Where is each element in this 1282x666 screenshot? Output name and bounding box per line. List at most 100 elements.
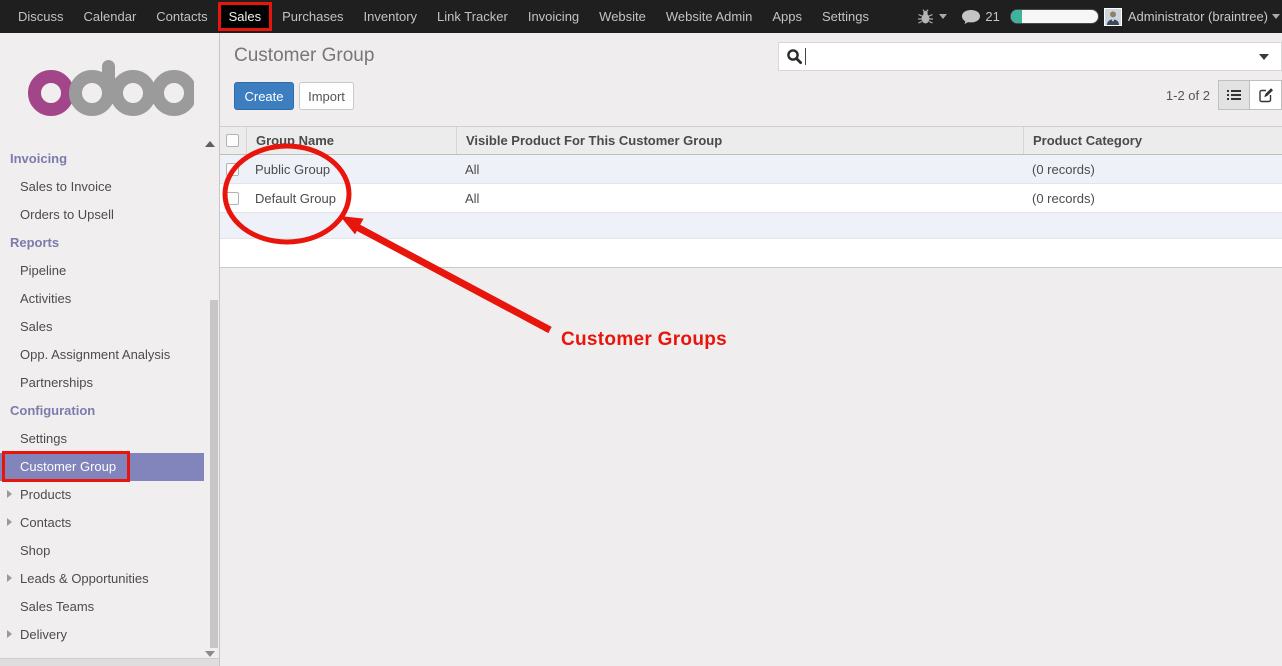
sidebar-item-label: Reports [10, 235, 59, 250]
bug-icon[interactable] [917, 9, 934, 25]
sidebar-item-label: Customer Group [20, 459, 116, 474]
sidebar-item-delivery[interactable]: Delivery [0, 621, 204, 649]
debug-caret-icon[interactable] [939, 14, 947, 19]
sidebar-scroll-up-icon[interactable] [205, 141, 215, 147]
col-header-group-name[interactable]: Group Name [246, 127, 456, 154]
edit-icon [1258, 87, 1274, 103]
search-input[interactable] [809, 43, 1247, 70]
sidebar-item-pipeline[interactable]: Pipeline [0, 257, 204, 285]
planner-progressbar[interactable] [1010, 9, 1099, 24]
sidebar-section-invoicing: Invoicing [0, 145, 204, 173]
sidebar-scrollbar-thumb[interactable] [210, 300, 218, 648]
col-header-product-category[interactable]: Product Category [1023, 127, 1282, 154]
table-cell: (0 records) [1023, 155, 1282, 183]
table-cell: (0 records) [1023, 184, 1282, 212]
search-icon[interactable] [786, 48, 803, 65]
row-checkbox-cell [220, 155, 246, 183]
nav-item-invoicing[interactable]: Invoicing [518, 0, 589, 33]
odoo-logo[interactable] [28, 58, 194, 116]
search-box[interactable] [778, 42, 1282, 71]
nav-item-contacts[interactable]: Contacts [146, 0, 217, 33]
main-content: Customer Group Create Import 1-2 of 2 [220, 33, 1282, 666]
sidebar-item-products[interactable]: Products [0, 481, 204, 509]
sidebar-item-label: Leads & Opportunities [20, 571, 149, 586]
top-nav-right: 21 Administrator (braintree) [917, 0, 1280, 33]
sidebar-item-label: Activities [20, 291, 71, 306]
table-cell [246, 213, 456, 238]
list-icon [1226, 88, 1242, 102]
sidebar-item-shop[interactable]: Shop [0, 537, 204, 565]
sidebar-item-orders-to-upsell[interactable]: Orders to Upsell [0, 201, 204, 229]
caret-right-icon[interactable] [7, 630, 12, 638]
sidebar-section-configuration: Configuration [0, 397, 204, 425]
sidebar-item-contacts[interactable]: Contacts [0, 509, 204, 537]
table-cell [456, 239, 1023, 267]
nav-item-discuss[interactable]: Discuss [8, 0, 74, 33]
nav-item-inventory[interactable]: Inventory [354, 0, 427, 33]
user-caret-icon[interactable] [1272, 14, 1280, 19]
sidebar-item-partnerships[interactable]: Partnerships [0, 369, 204, 397]
sidebar-item-sales-to-invoice[interactable]: Sales to Invoice [0, 173, 204, 201]
caret-right-icon[interactable] [7, 490, 12, 498]
list-view-button[interactable] [1218, 80, 1250, 110]
table-row[interactable]: Public GroupAll(0 records) [220, 155, 1282, 184]
sidebar: Invoicing Sales to Invoice Orders to Upsel… [0, 33, 220, 666]
messages-icon[interactable] [961, 9, 981, 25]
table-cell: Public Group [246, 155, 456, 183]
sidebar-item-settings[interactable]: Settings [0, 425, 204, 453]
nav-item-link-tracker[interactable]: Link Tracker [427, 0, 518, 33]
sidebar-item-leads-opportunities[interactable]: Leads & Opportunities [0, 565, 204, 593]
sidebar-item-activities[interactable]: Activities [0, 285, 204, 313]
row-checkbox[interactable] [226, 192, 239, 205]
sidebar-item-label: Orders to Upsell [20, 207, 114, 222]
table-row[interactable]: Default GroupAll(0 records) [220, 184, 1282, 213]
sidebar-item-label: Delivery [20, 627, 67, 642]
top-nav-items: DiscussCalendarContactsSalesPurchasesInv… [8, 0, 879, 33]
customer-group-table: Group Name Visible Product For This Cust… [220, 126, 1282, 268]
caret-right-icon[interactable] [7, 574, 12, 582]
page-title: Customer Group [234, 45, 374, 67]
create-button[interactable]: Create [234, 82, 294, 110]
sidebar-item-label: Sales Teams [20, 599, 94, 614]
nav-item-purchases[interactable]: Purchases [272, 0, 353, 33]
sidebar-item-label: Partnerships [20, 375, 93, 390]
sidebar-item-opp-assignment-analysis[interactable]: Opp. Assignment Analysis [0, 341, 204, 369]
text-cursor [805, 48, 806, 65]
sidebar-item-label: Pipeline [20, 263, 66, 278]
odoo-app: DiscussCalendarContactsSalesPurchasesInv… [0, 0, 1282, 666]
sidebar-item-label: Shop [20, 543, 50, 558]
import-button[interactable]: Import [299, 82, 354, 110]
nav-item-website-admin[interactable]: Website Admin [656, 0, 762, 33]
logo-circle-magenta [35, 77, 68, 110]
nav-item-website[interactable]: Website [589, 0, 656, 33]
sidebar-item-sales[interactable]: Sales [0, 313, 204, 341]
nav-item-settings[interactable]: Settings [812, 0, 879, 33]
nav-item-sales[interactable]: Sales [218, 2, 273, 31]
pager-text: 1-2 of 2 [1166, 88, 1210, 103]
row-checkbox-cell [220, 184, 246, 212]
table-cell: Default Group [246, 184, 456, 212]
sidebar-scroll-down-icon[interactable] [205, 651, 215, 657]
sidebar-item-label: Opp. Assignment Analysis [20, 347, 170, 362]
row-checkbox-cell [220, 213, 246, 238]
row-checkbox[interactable] [226, 163, 239, 176]
caret-right-icon[interactable] [7, 518, 12, 526]
sidebar-hscrollbar[interactable] [0, 658, 219, 666]
user-menu[interactable]: Administrator (braintree) [1128, 9, 1268, 24]
user-avatar[interactable] [1104, 8, 1122, 26]
table-cell: All [456, 155, 1023, 183]
sidebar-item-label: Invoicing [10, 151, 67, 166]
table-header-row: Group Name Visible Product For This Cust… [220, 126, 1282, 155]
nav-item-calendar[interactable]: Calendar [74, 0, 147, 33]
col-header-visible-product[interactable]: Visible Product For This Customer Group [456, 127, 1023, 154]
messages-count: 21 [985, 9, 999, 24]
select-all-checkbox[interactable] [226, 134, 239, 147]
nav-item-apps[interactable]: Apps [762, 0, 812, 33]
planner-progress-fill [1011, 10, 1022, 23]
table-cell [1023, 239, 1282, 267]
sidebar-item-customer-group[interactable]: Customer Group [0, 453, 204, 481]
sidebar-item-sales-teams[interactable]: Sales Teams [0, 593, 204, 621]
view-switcher [1218, 80, 1282, 110]
form-view-button[interactable] [1250, 80, 1282, 110]
search-dropdown-caret-icon[interactable] [1259, 54, 1269, 60]
